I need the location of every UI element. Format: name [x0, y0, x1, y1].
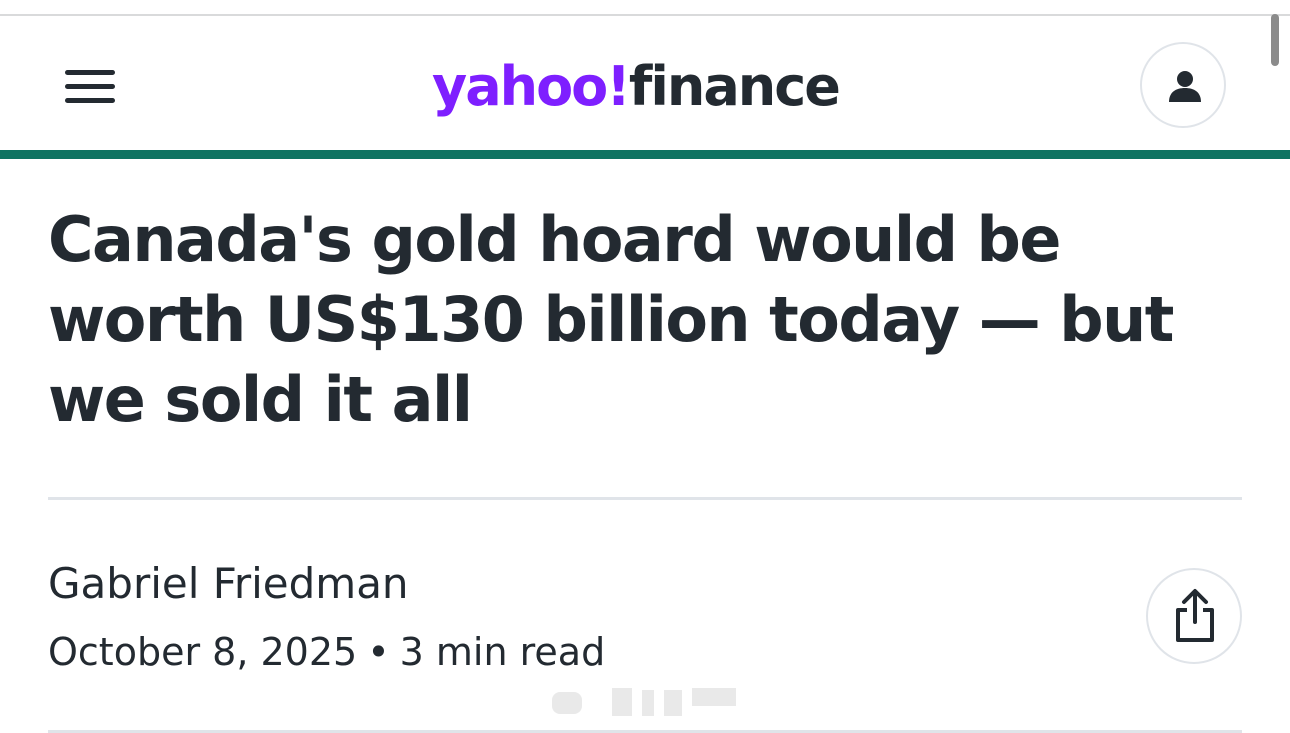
author-name[interactable]: Gabriel Friedman	[48, 556, 409, 612]
read-time: 3 min read	[399, 630, 606, 674]
article-meta: October 8, 2025 • 3 min read	[48, 626, 605, 678]
article-page: yahoo!finance Canada's gold hoard would …	[0, 0, 1290, 733]
headline-divider	[48, 497, 1242, 500]
menu-button[interactable]	[60, 64, 120, 110]
publish-date: October 8, 2025	[48, 630, 358, 674]
user-icon	[1169, 71, 1201, 102]
meta-separator: •	[367, 630, 390, 674]
site-header: yahoo!finance	[0, 16, 1290, 150]
share-icon	[1176, 589, 1214, 642]
logo-brand: yahoo!	[432, 55, 631, 118]
article-headline: Canada's gold hoard would be worth US$13…	[48, 203, 1174, 436]
watermark-smudge	[552, 684, 736, 720]
share-button[interactable]	[1146, 568, 1242, 664]
logo-section: finance	[628, 55, 841, 118]
header-accent-bar	[0, 150, 1290, 159]
account-button[interactable]	[1140, 42, 1226, 128]
yahoo-finance-logo[interactable]: yahoo!finance	[432, 52, 862, 122]
